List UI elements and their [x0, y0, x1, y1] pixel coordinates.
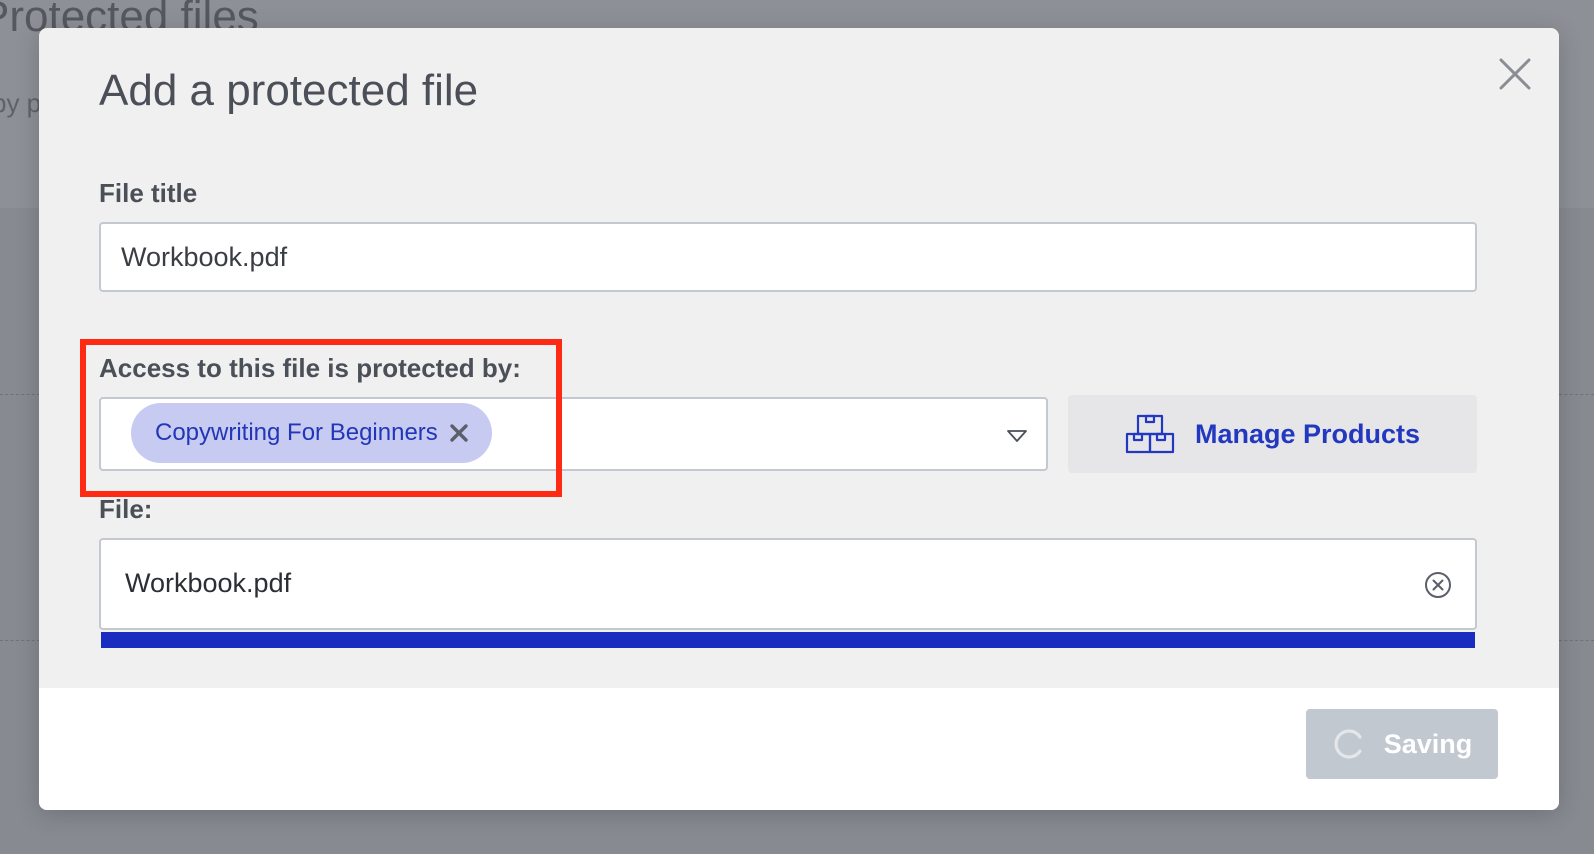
- file-title-input[interactable]: [99, 222, 1477, 292]
- uploaded-file-name: Workbook.pdf: [125, 568, 292, 598]
- add-protected-file-modal: Add a protected file File title Access t…: [39, 28, 1559, 810]
- dropdown-toggle[interactable]: [1006, 427, 1028, 445]
- modal-footer: Saving: [39, 688, 1559, 810]
- boxes-icon: [1125, 414, 1175, 454]
- background-divider: [1559, 394, 1594, 395]
- close-button[interactable]: [1495, 54, 1535, 94]
- saving-button[interactable]: Saving: [1306, 709, 1498, 779]
- background-divider: [1559, 640, 1594, 641]
- close-icon: [1499, 58, 1531, 90]
- manage-products-button[interactable]: Manage Products: [1068, 395, 1477, 473]
- upload-progress-bar: [101, 632, 1475, 648]
- spinner-icon: [1334, 729, 1362, 759]
- saving-label: Saving: [1383, 728, 1473, 759]
- clear-file-button[interactable]: [1423, 570, 1453, 600]
- file-title-label: File title: [99, 178, 198, 208]
- file-label: File:: [99, 494, 153, 524]
- background-divider: [0, 640, 40, 641]
- manage-products-label: Manage Products: [1194, 418, 1421, 449]
- clear-circle-icon: [1425, 572, 1451, 598]
- highlight-annotation: [80, 339, 562, 497]
- upload-progress-fill: [101, 632, 1475, 648]
- modal-title: Add a protected file: [99, 66, 479, 115]
- file-upload-field[interactable]: Workbook.pdf: [99, 538, 1477, 630]
- chevron-down-icon: [1007, 430, 1027, 442]
- background-divider: [0, 394, 40, 395]
